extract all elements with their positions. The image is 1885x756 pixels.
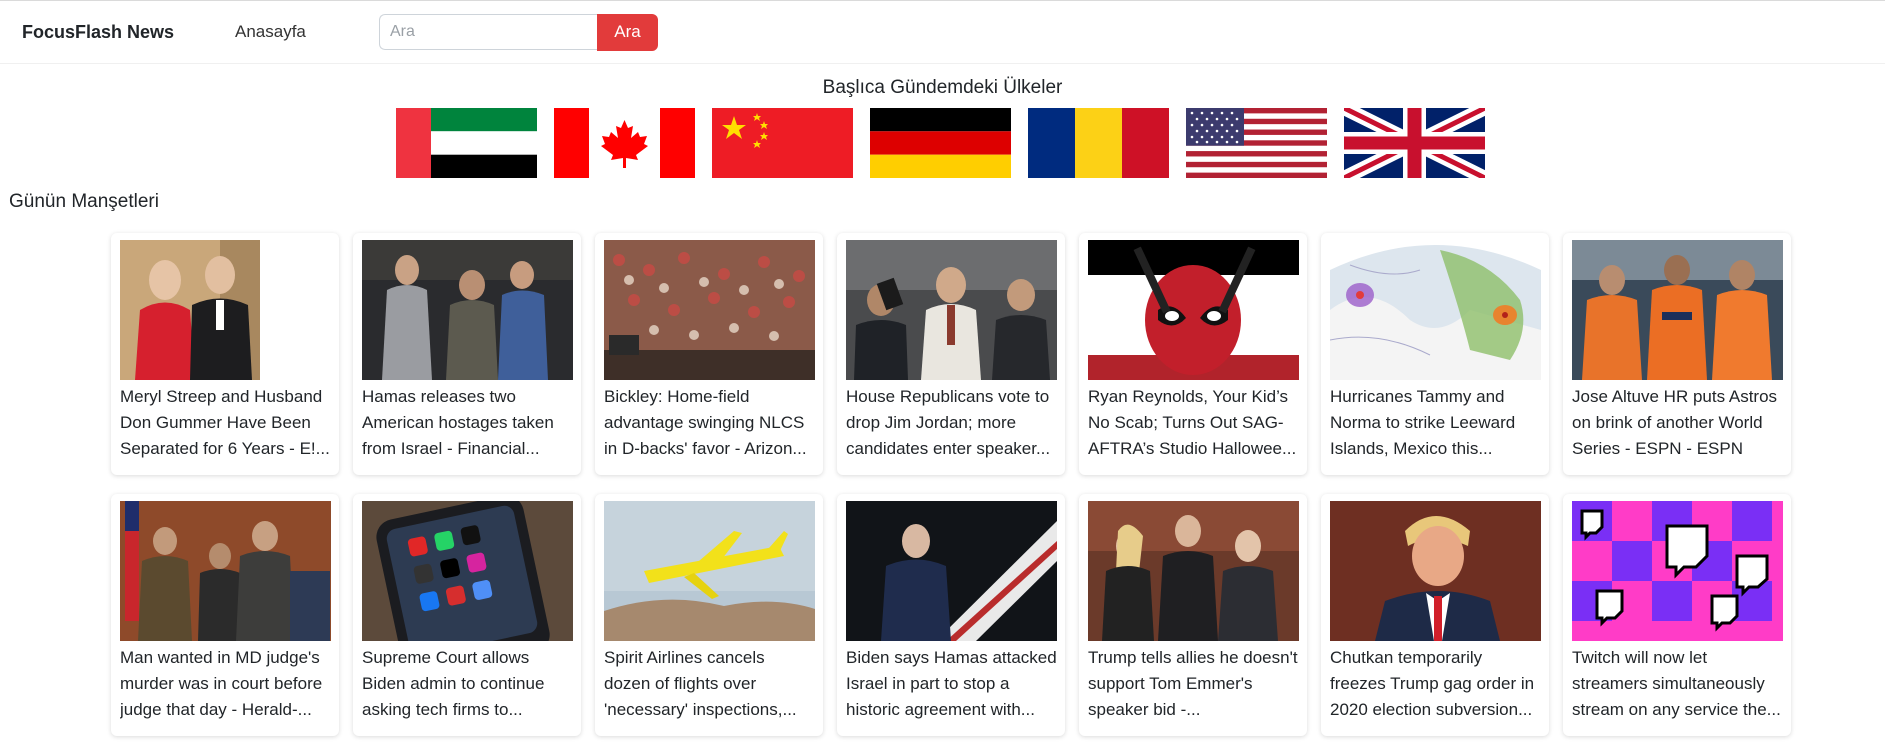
news-card[interactable]: Jose Altuve HR puts Astros on brink of a… [1563, 233, 1791, 475]
news-card[interactable]: Biden says Hamas attacked Israel in part… [837, 494, 1065, 736]
news-card[interactable]: Meryl Streep and Husband Don Gummer Have… [111, 233, 339, 475]
search-button[interactable]: Ara [597, 13, 658, 51]
news-image [120, 240, 331, 380]
news-card[interactable]: Twitch will now let streamers simultaneo… [1563, 494, 1791, 736]
news-card[interactable]: Bickley: Home-field advantage swinging N… [595, 233, 823, 475]
countries-heading: Başlıca Gündemdeki Ülkeler [822, 77, 1063, 98]
news-image [846, 240, 1057, 380]
news-title[interactable]: House Republicans vote to drop Jim Jorda… [846, 384, 1057, 462]
search-form: Ara [379, 13, 658, 51]
news-image [362, 240, 573, 380]
news-card[interactable]: Spirit Airlines cancels dozen of flights… [595, 494, 823, 736]
headlines-heading: Günün Manşetleri [9, 191, 159, 212]
search-input[interactable] [379, 14, 597, 50]
news-title[interactable]: Man wanted in MD judge's murder was in c… [120, 645, 331, 723]
news-card[interactable]: Supreme Court allows Biden admin to cont… [353, 494, 581, 736]
news-image [1572, 501, 1783, 641]
news-card[interactable]: House Republicans vote to drop Jim Jorda… [837, 233, 1065, 475]
news-grid: Meryl Streep and Husband Don Gummer Have… [111, 233, 1791, 736]
news-title[interactable]: Trump tells allies he doesn't support To… [1088, 645, 1299, 723]
uk-flag-icon[interactable] [1343, 108, 1485, 178]
news-image [1330, 501, 1541, 641]
news-card[interactable]: Trump tells allies he doesn't support To… [1079, 494, 1307, 736]
news-title[interactable]: Chutkan temporarily freezes Trump gag or… [1330, 645, 1541, 723]
news-image [362, 501, 573, 641]
germany-flag-icon[interactable] [869, 108, 1011, 178]
news-image [120, 501, 331, 641]
romania-flag-icon[interactable] [1027, 108, 1169, 178]
news-image [604, 501, 815, 641]
uae-flag-icon[interactable] [395, 108, 537, 178]
country-flags [0, 108, 1885, 178]
news-title[interactable]: Spirit Airlines cancels dozen of flights… [604, 645, 815, 723]
news-image [1572, 240, 1783, 380]
news-image [1330, 240, 1541, 380]
news-image [846, 501, 1057, 641]
news-title[interactable]: Bickley: Home-field advantage swinging N… [604, 384, 815, 462]
news-card[interactable]: Hurricanes Tammy and Norma to strike Lee… [1321, 233, 1549, 475]
news-card[interactable]: Chutkan temporarily freezes Trump gag or… [1321, 494, 1549, 736]
canada-flag-icon[interactable] [553, 108, 695, 178]
news-title[interactable]: Ryan Reynolds, Your Kid’s No Scab; Turns… [1088, 384, 1299, 462]
news-card[interactable]: Ryan Reynolds, Your Kid’s No Scab; Turns… [1079, 233, 1307, 475]
navbar: FocusFlash News Anasayfa Ara [0, 1, 1885, 64]
news-title[interactable]: Hurricanes Tammy and Norma to strike Lee… [1330, 384, 1541, 462]
news-title[interactable]: Supreme Court allows Biden admin to cont… [362, 645, 573, 723]
news-card[interactable]: Hamas releases two American hostages tak… [353, 233, 581, 475]
china-flag-icon[interactable] [711, 108, 853, 178]
news-image [604, 240, 815, 380]
news-title[interactable]: Hamas releases two American hostages tak… [362, 384, 573, 462]
news-title[interactable]: Meryl Streep and Husband Don Gummer Have… [120, 384, 331, 462]
news-title[interactable]: Jose Altuve HR puts Astros on brink of a… [1572, 384, 1783, 462]
news-title[interactable]: Twitch will now let streamers simultaneo… [1572, 645, 1783, 723]
brand-logo[interactable]: FocusFlash News [22, 22, 235, 43]
nav-link-home[interactable]: Anasayfa [235, 22, 379, 42]
news-image [1088, 501, 1299, 641]
usa-flag-icon[interactable] [1185, 108, 1327, 178]
news-title[interactable]: Biden says Hamas attacked Israel in part… [846, 645, 1057, 723]
news-image [1088, 240, 1299, 380]
news-card[interactable]: Man wanted in MD judge's murder was in c… [111, 494, 339, 736]
